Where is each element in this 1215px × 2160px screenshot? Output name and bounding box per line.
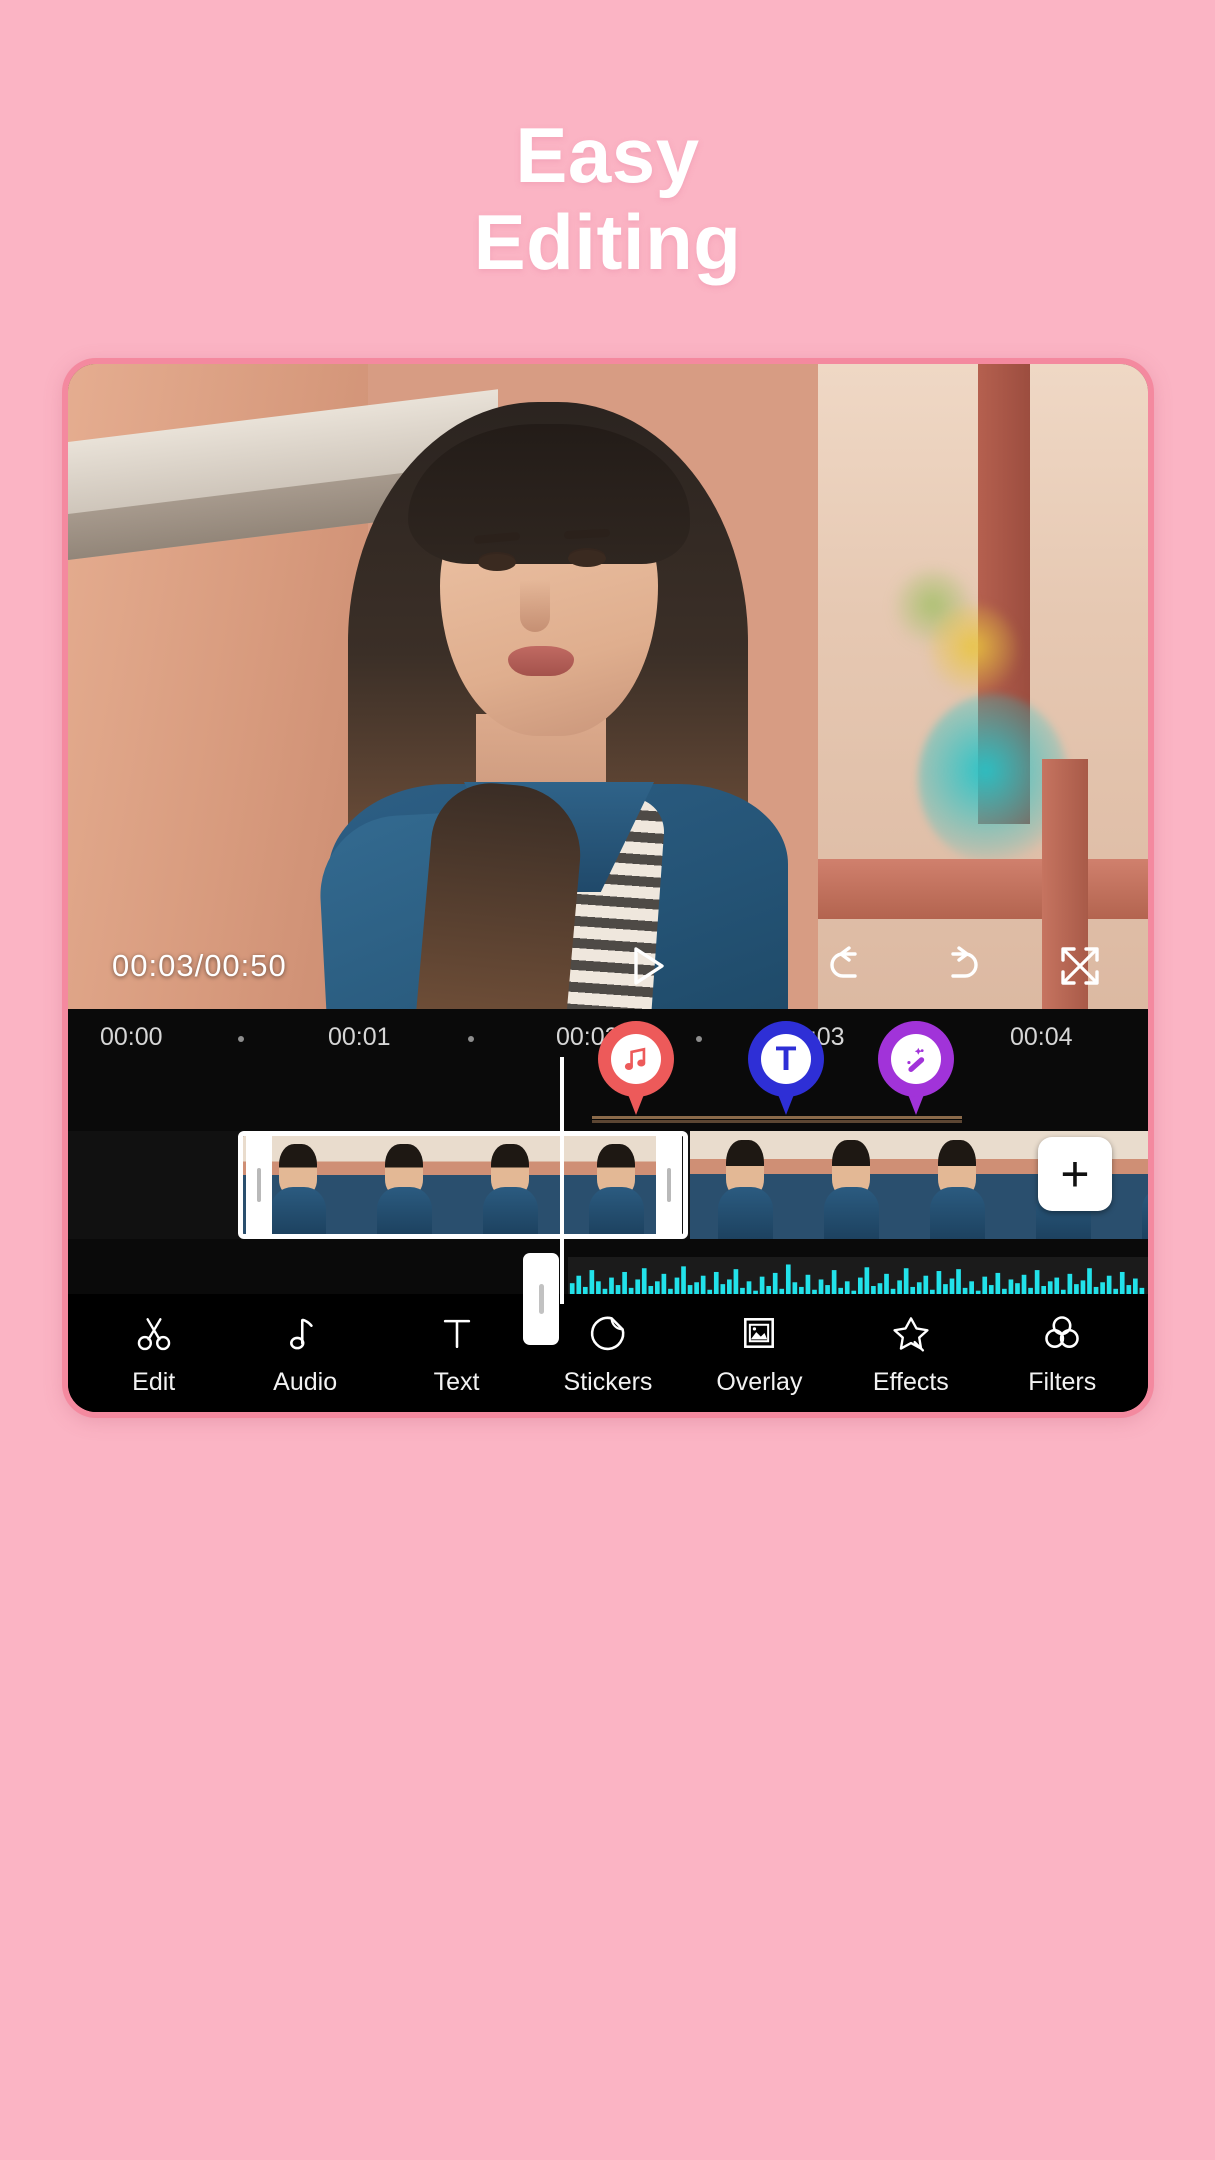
pin-text[interactable]: T xyxy=(748,1021,824,1117)
redo-icon xyxy=(951,946,978,978)
tool-label: Effects xyxy=(872,1367,949,1396)
pin-music[interactable] xyxy=(598,1021,674,1117)
playhead[interactable] xyxy=(560,1057,564,1304)
preview-photo xyxy=(68,364,1148,1009)
tool-label: Edit xyxy=(132,1367,176,1396)
preview-subject xyxy=(268,384,828,1009)
timeline[interactable]: 00:00 00:01 00:02 00:03 00:04 xyxy=(68,1009,1148,1345)
time-display: 00:03/00:50 xyxy=(112,948,287,983)
tool-label: Overlay xyxy=(716,1367,803,1396)
clip-trim-handle-left[interactable] xyxy=(246,1131,272,1239)
tool-label: Stickers xyxy=(563,1367,653,1396)
pin-text-label: T xyxy=(761,1034,811,1084)
tool-label: Text xyxy=(433,1367,480,1396)
page-title-line2: Editing xyxy=(473,198,742,287)
add-clip-label: + xyxy=(1060,1146,1090,1202)
sticker-icon xyxy=(585,1310,631,1356)
undo-icon xyxy=(830,946,857,978)
image-frame-icon xyxy=(736,1310,782,1356)
video-preview[interactable]: 00:03/00:50 xyxy=(68,364,1148,1009)
tool-effects[interactable]: Effects xyxy=(835,1310,986,1397)
scissors-icon xyxy=(131,1310,177,1356)
tool-label: Audio xyxy=(273,1367,338,1396)
page-title: Easy Editing xyxy=(0,111,1215,287)
three-circles-icon xyxy=(1039,1310,1085,1356)
star-wand-icon xyxy=(888,1310,934,1356)
timeline-pins: T xyxy=(68,1021,1148,1115)
text-t-icon xyxy=(434,1310,480,1356)
tool-filters[interactable]: Filters xyxy=(987,1310,1138,1397)
preview-controls: 00:03/00:50 xyxy=(68,923,1148,1009)
add-clip-button[interactable]: + xyxy=(1038,1137,1112,1211)
video-track[interactable]: + xyxy=(68,1131,1148,1239)
pin-connector-lines xyxy=(68,1113,1148,1123)
play-button[interactable] xyxy=(624,943,670,989)
music-note-icon xyxy=(282,1310,328,1356)
tool-overlay[interactable]: Overlay xyxy=(684,1310,835,1397)
fullscreen-icon xyxy=(1061,947,1099,985)
app-screen: 00:03/00:50 00:00 00:01 00:02 00:04 T + … xyxy=(68,364,1148,1412)
pin-effects[interactable] xyxy=(878,1021,954,1117)
magic-wand-icon xyxy=(907,1047,925,1072)
phone-frame: 00:03/00:50 00:00 00:01 00:02 00:04 T + … xyxy=(62,358,1154,1418)
tool-label: Filters xyxy=(1028,1367,1097,1396)
audio-trim-handle[interactable] xyxy=(523,1253,559,1345)
bottom-toolbar: Edit Audio Text Stickers Overlay Effects… xyxy=(68,1294,1148,1412)
music-note-icon xyxy=(624,1047,646,1071)
fullscreen-button[interactable] xyxy=(1056,942,1104,990)
video-clip-selected[interactable] xyxy=(238,1131,688,1239)
tool-audio[interactable]: Audio xyxy=(229,1310,380,1397)
play-icon xyxy=(634,947,664,985)
undo-button[interactable] xyxy=(822,942,870,990)
tool-edit[interactable]: Edit xyxy=(78,1310,229,1397)
redo-button[interactable] xyxy=(938,942,986,990)
page-title-line1: Easy xyxy=(515,111,700,199)
tool-text[interactable]: Text xyxy=(381,1310,532,1397)
clip-trim-handle-right[interactable] xyxy=(656,1131,682,1239)
